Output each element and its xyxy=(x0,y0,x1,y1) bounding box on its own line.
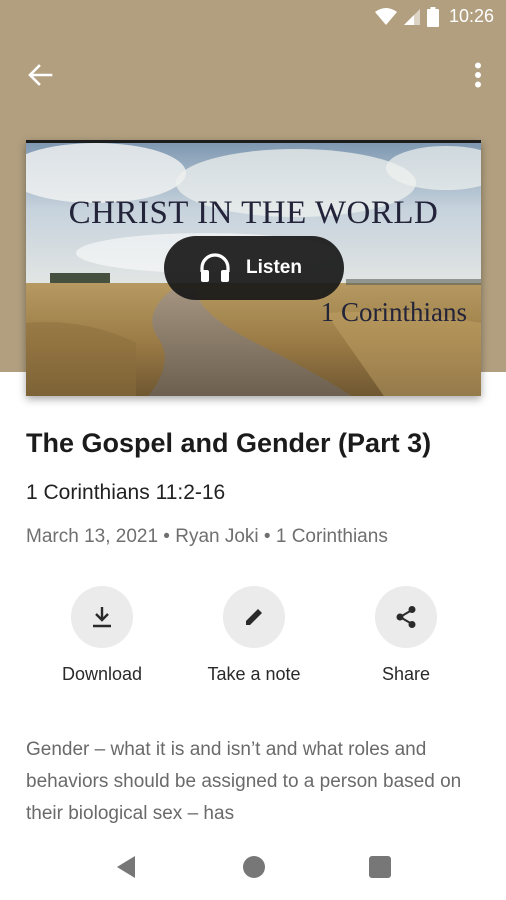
take-note-label: Take a note xyxy=(207,664,301,684)
download-icon xyxy=(93,607,111,628)
signal-icon xyxy=(403,8,420,25)
wifi-icon xyxy=(374,7,397,25)
headphones-icon xyxy=(200,253,230,282)
download-label: Download xyxy=(61,664,143,684)
share-circle xyxy=(375,586,437,648)
arrow-back-icon xyxy=(28,64,53,86)
download-circle xyxy=(71,586,133,648)
sermon-description: Gender – what it is and isn’t and what r… xyxy=(26,739,462,824)
take-note-button[interactable]: Take a note xyxy=(184,586,324,685)
sermon-title: The Gospel and Gender (Part 3) xyxy=(26,428,432,458)
artwork-subtitle: 1 Corinthians xyxy=(320,297,467,327)
back-button[interactable] xyxy=(20,58,60,92)
more-options-button[interactable] xyxy=(464,58,492,92)
sermon-meta: March 13, 2021 • Ryan Joki • 1 Corinthia… xyxy=(26,526,388,547)
battery-icon xyxy=(426,6,439,27)
pencil-icon xyxy=(246,607,264,625)
share-icon xyxy=(396,606,416,628)
app-bar xyxy=(0,50,506,100)
listen-button[interactable]: Listen xyxy=(164,236,344,300)
status-icons: 10:26 xyxy=(374,6,494,27)
nav-recents-icon[interactable] xyxy=(369,856,391,878)
download-button[interactable]: Download xyxy=(32,586,172,685)
more-vert-icon xyxy=(475,62,481,88)
system-nav-bar xyxy=(0,836,506,900)
nav-home-icon[interactable] xyxy=(243,856,265,878)
status-time: 10:26 xyxy=(448,6,494,26)
take-note-circle xyxy=(223,586,285,648)
share-label: Share xyxy=(381,664,431,684)
nav-back-icon[interactable] xyxy=(115,854,137,880)
listen-label: Listen xyxy=(246,257,302,278)
share-button[interactable]: Share xyxy=(336,586,476,685)
status-bar: 10:26 xyxy=(0,0,506,36)
artwork-title: CHRIST IN THE WORLD xyxy=(68,195,439,231)
scripture-reference: 1 Corinthians 11:2-16 xyxy=(26,481,226,504)
